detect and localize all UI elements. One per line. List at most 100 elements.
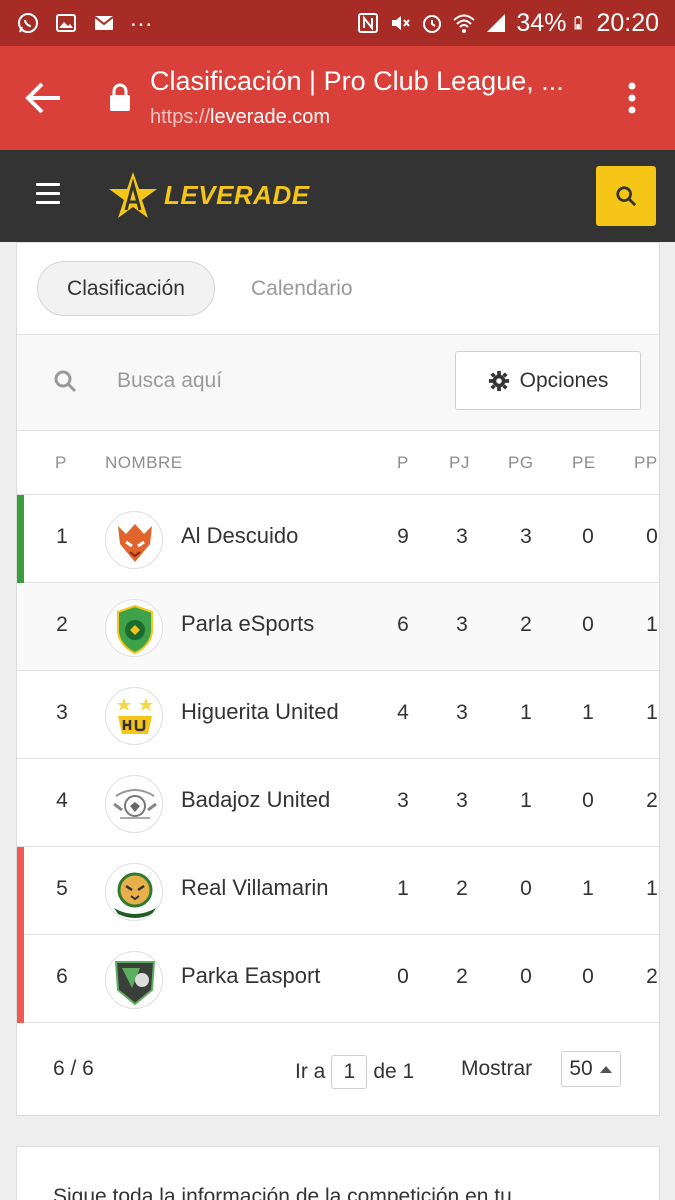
tab-bar: Clasificación Calendario [17,243,659,335]
row-lost: 2 [646,789,658,812]
team-name[interactable]: Higuerita United [181,699,339,725]
col-lost[interactable]: PP [634,453,658,473]
page-size-value: 50 [569,1057,593,1080]
alarm-icon [423,15,442,33]
row-won: 2 [520,613,532,636]
col-name[interactable]: NOMBRE [105,453,183,473]
team-name[interactable]: Parka Easport [181,963,320,989]
table-row[interactable]: 6 Parka Easport 0 2 0 0 2 [17,935,659,1023]
team-name[interactable]: Badajoz United [181,787,330,813]
row-position: 5 [56,877,68,900]
url-host: leverade.com [210,106,331,128]
standings-table: P NOMBRE P PJ PG PE PP 1 Al Descuido 9 3… [17,431,659,1023]
hamburger-menu-icon[interactable] [36,183,60,205]
zone-indicator [17,847,24,935]
url-text[interactable]: https://leverade.com [150,106,330,129]
row-played: 3 [456,701,468,724]
more-notifications: ... [130,5,154,32]
page-size-select[interactable]: 50 [561,1051,621,1087]
row-won: 1 [520,789,532,812]
team-crest-dark-shield [105,951,163,1009]
star-logo-icon [109,172,157,218]
battery-icon [575,16,583,30]
row-played: 2 [456,965,468,988]
row-position: 1 [56,525,68,548]
page-title[interactable]: Clasificación | Pro Club League, ... [150,66,590,97]
col-played[interactable]: PJ [449,453,470,473]
team-crest-grey [105,775,163,833]
team-crest-tiger-green [105,863,163,921]
col-position[interactable]: P [55,453,67,473]
url-scheme: https:// [150,106,211,128]
mail-icon [94,16,114,30]
info-card: Sigue toda la información de la competic… [16,1146,660,1200]
col-points[interactable]: P [397,453,409,473]
team-crest-hu-badge [105,687,163,745]
table-row[interactable]: 1 Al Descuido 9 3 3 0 0 [17,495,659,583]
logo-text: LEVERADE [164,179,310,210]
row-position: 4 [56,789,68,812]
team-name[interactable]: Parla eSports [181,611,314,637]
row-points: 4 [397,701,409,724]
goto-label: Ir a [295,1060,326,1083]
row-drawn: 0 [582,613,594,636]
clock: 20:20 [596,8,659,37]
site-header: LEVERADE [0,150,675,242]
page-number-input[interactable]: 1 [331,1055,368,1089]
col-drawn[interactable]: PE [572,453,596,473]
row-lost: 0 [646,525,658,548]
caret-up-icon [599,1066,612,1073]
row-won: 0 [520,965,532,988]
page-total: de 1 [373,1060,415,1083]
search-input[interactable] [105,361,405,401]
table-row[interactable]: 3 Higuerita United 4 3 1 1 1 [17,671,659,759]
team-crest-tiger [105,511,163,569]
zone-indicator [17,671,24,759]
row-points: 0 [397,965,409,988]
zone-indicator [17,935,24,1023]
kebab-menu-icon[interactable] [620,80,644,116]
info-text: Sigue toda la información de la competic… [53,1185,512,1200]
row-position: 6 [56,965,68,988]
row-won: 3 [520,525,532,548]
row-won: 0 [520,877,532,900]
row-played: 3 [456,613,468,636]
col-won[interactable]: PG [508,453,534,473]
table-row[interactable]: 2 Parla eSports 6 3 2 0 1 [17,583,659,671]
row-position: 2 [56,613,68,636]
options-label: Opciones [519,368,609,392]
tab-calendario[interactable]: Calendario [251,261,353,316]
nfc-icon [358,13,379,33]
row-lost: 1 [646,877,658,900]
mute-icon [392,16,411,30]
table-row[interactable]: 4 Badajoz United 3 3 1 0 2 [17,759,659,847]
lock-icon [110,83,130,111]
site-logo[interactable]: LEVERADE [108,170,310,220]
row-points: 9 [397,525,409,548]
zone-indicator [17,759,24,847]
header-search-button[interactable] [596,166,656,226]
gallery-icon [56,14,76,32]
row-lost: 1 [646,701,658,724]
search-icon [616,186,637,207]
row-position: 3 [56,701,68,724]
gear-icon [488,370,509,391]
show-label: Mostrar [461,1057,533,1080]
team-name[interactable]: Real Villamarin [181,875,329,901]
team-name[interactable]: Al Descuido [181,523,298,549]
row-points: 3 [397,789,409,812]
pagination-bar: 6 / 6 Ir a 1 de 1 Mostrar 50 [17,1023,659,1115]
table-row[interactable]: 5 Real Villamarin 1 2 0 1 1 [17,847,659,935]
tab-clasificacion[interactable]: Clasificación [37,261,215,316]
row-played: 3 [456,525,468,548]
row-points: 1 [397,877,409,900]
browser-toolbar: Clasificación | Pro Club League, ... htt… [0,46,675,150]
row-drawn: 0 [582,789,594,812]
zone-indicator [17,495,24,583]
signal-icon [487,14,506,32]
row-lost: 2 [646,965,658,988]
back-arrow-icon[interactable] [24,80,64,116]
result-count: 6 / 6 [53,1057,94,1080]
options-button[interactable]: Opciones [455,351,641,410]
whatsapp-icon [18,13,38,33]
